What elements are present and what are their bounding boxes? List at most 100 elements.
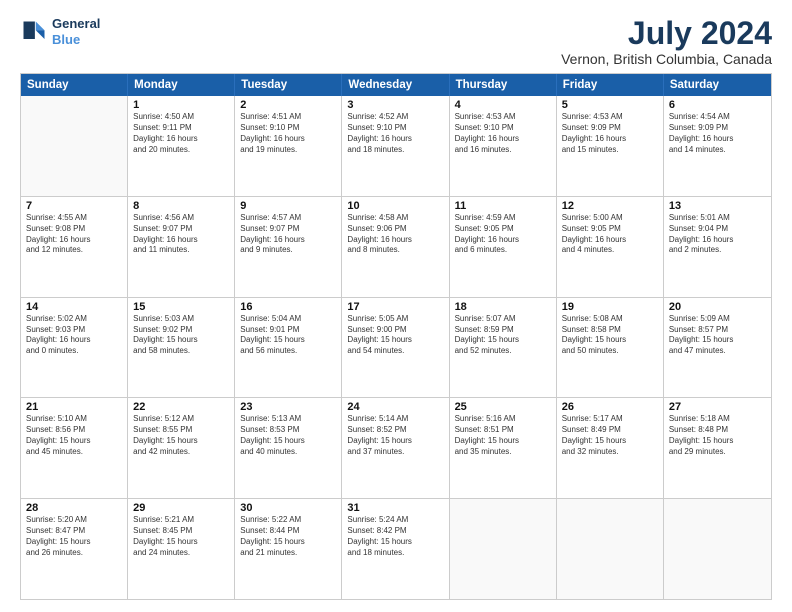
day-number: 16 xyxy=(240,301,336,313)
subtitle: Vernon, British Columbia, Canada xyxy=(561,51,772,67)
cell-info: Sunrise: 4:51 AM Sunset: 9:10 PM Dayligh… xyxy=(240,112,336,155)
calendar-header: SundayMondayTuesdayWednesdayThursdayFrid… xyxy=(21,74,771,96)
cell-info: Sunrise: 5:04 AM Sunset: 9:01 PM Dayligh… xyxy=(240,314,336,357)
cell-info: Sunrise: 4:50 AM Sunset: 9:11 PM Dayligh… xyxy=(133,112,229,155)
weekday-header: Sunday xyxy=(21,74,128,96)
cell-info: Sunrise: 5:21 AM Sunset: 8:45 PM Dayligh… xyxy=(133,515,229,558)
calendar-cell: 18Sunrise: 5:07 AM Sunset: 8:59 PM Dayli… xyxy=(450,298,557,398)
header: General Blue July 2024 Vernon, British C… xyxy=(20,16,772,67)
page: General Blue July 2024 Vernon, British C… xyxy=(0,0,792,612)
calendar-cell: 16Sunrise: 5:04 AM Sunset: 9:01 PM Dayli… xyxy=(235,298,342,398)
day-number: 3 xyxy=(347,99,443,111)
logo-line1: General xyxy=(52,16,100,32)
cell-info: Sunrise: 4:57 AM Sunset: 9:07 PM Dayligh… xyxy=(240,213,336,256)
weekday-header: Thursday xyxy=(450,74,557,96)
day-number: 11 xyxy=(455,200,551,212)
calendar-cell: 3Sunrise: 4:52 AM Sunset: 9:10 PM Daylig… xyxy=(342,96,449,196)
logo-text: General Blue xyxy=(52,16,100,47)
cell-info: Sunrise: 4:52 AM Sunset: 9:10 PM Dayligh… xyxy=(347,112,443,155)
calendar-cell: 26Sunrise: 5:17 AM Sunset: 8:49 PM Dayli… xyxy=(557,398,664,498)
cell-info: Sunrise: 5:18 AM Sunset: 8:48 PM Dayligh… xyxy=(669,414,766,457)
calendar-cell: 29Sunrise: 5:21 AM Sunset: 8:45 PM Dayli… xyxy=(128,499,235,599)
calendar-row: 14Sunrise: 5:02 AM Sunset: 9:03 PM Dayli… xyxy=(21,298,771,399)
day-number: 2 xyxy=(240,99,336,111)
cell-info: Sunrise: 5:05 AM Sunset: 9:00 PM Dayligh… xyxy=(347,314,443,357)
day-number: 5 xyxy=(562,99,658,111)
calendar-row: 28Sunrise: 5:20 AM Sunset: 8:47 PM Dayli… xyxy=(21,499,771,599)
calendar-row: 1Sunrise: 4:50 AM Sunset: 9:11 PM Daylig… xyxy=(21,96,771,197)
day-number: 26 xyxy=(562,401,658,413)
calendar-cell: 30Sunrise: 5:22 AM Sunset: 8:44 PM Dayli… xyxy=(235,499,342,599)
cell-info: Sunrise: 4:58 AM Sunset: 9:06 PM Dayligh… xyxy=(347,213,443,256)
calendar-cell: 31Sunrise: 5:24 AM Sunset: 8:42 PM Dayli… xyxy=(342,499,449,599)
calendar-cell: 12Sunrise: 5:00 AM Sunset: 9:05 PM Dayli… xyxy=(557,197,664,297)
day-number: 15 xyxy=(133,301,229,313)
calendar-cell: 17Sunrise: 5:05 AM Sunset: 9:00 PM Dayli… xyxy=(342,298,449,398)
cell-info: Sunrise: 5:14 AM Sunset: 8:52 PM Dayligh… xyxy=(347,414,443,457)
day-number: 23 xyxy=(240,401,336,413)
cell-info: Sunrise: 4:53 AM Sunset: 9:10 PM Dayligh… xyxy=(455,112,551,155)
day-number: 30 xyxy=(240,502,336,514)
calendar-cell: 14Sunrise: 5:02 AM Sunset: 9:03 PM Dayli… xyxy=(21,298,128,398)
cell-info: Sunrise: 4:59 AM Sunset: 9:05 PM Dayligh… xyxy=(455,213,551,256)
calendar-cell: 28Sunrise: 5:20 AM Sunset: 8:47 PM Dayli… xyxy=(21,499,128,599)
calendar-cell: 15Sunrise: 5:03 AM Sunset: 9:02 PM Dayli… xyxy=(128,298,235,398)
calendar-cell: 27Sunrise: 5:18 AM Sunset: 8:48 PM Dayli… xyxy=(664,398,771,498)
calendar-cell: 11Sunrise: 4:59 AM Sunset: 9:05 PM Dayli… xyxy=(450,197,557,297)
day-number: 22 xyxy=(133,401,229,413)
calendar-cell: 10Sunrise: 4:58 AM Sunset: 9:06 PM Dayli… xyxy=(342,197,449,297)
cell-info: Sunrise: 5:16 AM Sunset: 8:51 PM Dayligh… xyxy=(455,414,551,457)
cell-info: Sunrise: 4:55 AM Sunset: 9:08 PM Dayligh… xyxy=(26,213,122,256)
day-number: 8 xyxy=(133,200,229,212)
day-number: 20 xyxy=(669,301,766,313)
day-number: 1 xyxy=(133,99,229,111)
calendar-cell: 13Sunrise: 5:01 AM Sunset: 9:04 PM Dayli… xyxy=(664,197,771,297)
calendar-cell: 6Sunrise: 4:54 AM Sunset: 9:09 PM Daylig… xyxy=(664,96,771,196)
day-number: 13 xyxy=(669,200,766,212)
calendar-row: 7Sunrise: 4:55 AM Sunset: 9:08 PM Daylig… xyxy=(21,197,771,298)
calendar-cell: 4Sunrise: 4:53 AM Sunset: 9:10 PM Daylig… xyxy=(450,96,557,196)
day-number: 6 xyxy=(669,99,766,111)
cell-info: Sunrise: 4:56 AM Sunset: 9:07 PM Dayligh… xyxy=(133,213,229,256)
weekday-header: Saturday xyxy=(664,74,771,96)
day-number: 18 xyxy=(455,301,551,313)
day-number: 31 xyxy=(347,502,443,514)
calendar-cell: 24Sunrise: 5:14 AM Sunset: 8:52 PM Dayli… xyxy=(342,398,449,498)
calendar-cell: 25Sunrise: 5:16 AM Sunset: 8:51 PM Dayli… xyxy=(450,398,557,498)
weekday-header: Friday xyxy=(557,74,664,96)
calendar-cell: 20Sunrise: 5:09 AM Sunset: 8:57 PM Dayli… xyxy=(664,298,771,398)
day-number: 25 xyxy=(455,401,551,413)
title-block: July 2024 Vernon, British Columbia, Cana… xyxy=(561,16,772,67)
calendar-cell xyxy=(664,499,771,599)
cell-info: Sunrise: 5:00 AM Sunset: 9:05 PM Dayligh… xyxy=(562,213,658,256)
cell-info: Sunrise: 4:54 AM Sunset: 9:09 PM Dayligh… xyxy=(669,112,766,155)
calendar-row: 21Sunrise: 5:10 AM Sunset: 8:56 PM Dayli… xyxy=(21,398,771,499)
cell-info: Sunrise: 5:08 AM Sunset: 8:58 PM Dayligh… xyxy=(562,314,658,357)
cell-info: Sunrise: 5:01 AM Sunset: 9:04 PM Dayligh… xyxy=(669,213,766,256)
cell-info: Sunrise: 5:17 AM Sunset: 8:49 PM Dayligh… xyxy=(562,414,658,457)
main-title: July 2024 xyxy=(561,16,772,51)
day-number: 9 xyxy=(240,200,336,212)
day-number: 10 xyxy=(347,200,443,212)
calendar-cell: 2Sunrise: 4:51 AM Sunset: 9:10 PM Daylig… xyxy=(235,96,342,196)
logo-line2: Blue xyxy=(52,32,100,48)
calendar-cell xyxy=(21,96,128,196)
calendar-cell: 9Sunrise: 4:57 AM Sunset: 9:07 PM Daylig… xyxy=(235,197,342,297)
cell-info: Sunrise: 5:07 AM Sunset: 8:59 PM Dayligh… xyxy=(455,314,551,357)
calendar-cell: 22Sunrise: 5:12 AM Sunset: 8:55 PM Dayli… xyxy=(128,398,235,498)
weekday-header: Tuesday xyxy=(235,74,342,96)
cell-info: Sunrise: 5:13 AM Sunset: 8:53 PM Dayligh… xyxy=(240,414,336,457)
calendar-cell: 23Sunrise: 5:13 AM Sunset: 8:53 PM Dayli… xyxy=(235,398,342,498)
day-number: 29 xyxy=(133,502,229,514)
cell-info: Sunrise: 5:03 AM Sunset: 9:02 PM Dayligh… xyxy=(133,314,229,357)
cell-info: Sunrise: 5:09 AM Sunset: 8:57 PM Dayligh… xyxy=(669,314,766,357)
calendar-cell: 5Sunrise: 4:53 AM Sunset: 9:09 PM Daylig… xyxy=(557,96,664,196)
calendar-cell: 21Sunrise: 5:10 AM Sunset: 8:56 PM Dayli… xyxy=(21,398,128,498)
calendar-cell: 8Sunrise: 4:56 AM Sunset: 9:07 PM Daylig… xyxy=(128,197,235,297)
day-number: 7 xyxy=(26,200,122,212)
day-number: 4 xyxy=(455,99,551,111)
cell-info: Sunrise: 5:20 AM Sunset: 8:47 PM Dayligh… xyxy=(26,515,122,558)
day-number: 12 xyxy=(562,200,658,212)
cell-info: Sunrise: 4:53 AM Sunset: 9:09 PM Dayligh… xyxy=(562,112,658,155)
calendar-cell: 1Sunrise: 4:50 AM Sunset: 9:11 PM Daylig… xyxy=(128,96,235,196)
